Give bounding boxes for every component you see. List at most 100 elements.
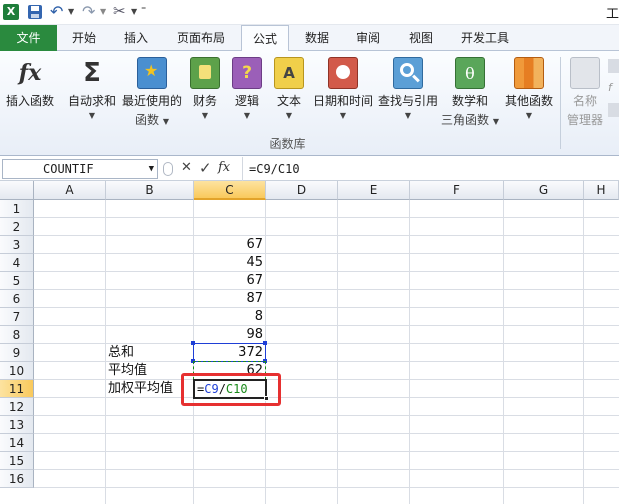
lookup-reference-button[interactable]: 查找与引用 ▼: [376, 51, 440, 131]
reference-box-C9: [193, 343, 266, 362]
chevron-down-icon: ▼: [339, 111, 347, 120]
row-header-6[interactable]: 6: [0, 290, 34, 308]
autosum-button[interactable]: Σ 自动求和 ▼: [64, 51, 120, 131]
cell-B9[interactable]: 总和: [108, 344, 134, 362]
ribbon-tab-bar: 文件 开始 插入 页面布局 公式 数据 审阅 视图 开发工具: [0, 25, 619, 52]
save-icon[interactable]: [28, 5, 42, 19]
name-manager-button[interactable]: 名称 管理器: [562, 51, 608, 131]
formula-bar: COUNTIF ▼ ✕ ✓ fx =C9/C10: [0, 157, 619, 181]
formula-bar-splitter[interactable]: [163, 162, 173, 176]
tab-page-layout[interactable]: 页面布局: [167, 25, 235, 51]
row-header-7[interactable]: 7: [0, 308, 34, 326]
name-manager-icon: [570, 57, 600, 89]
cell-C8[interactable]: 98: [194, 326, 266, 344]
row-header-8[interactable]: 8: [0, 326, 34, 344]
row-header-14[interactable]: 14: [0, 434, 34, 452]
redo-dropdown-icon[interactable]: ▼: [100, 7, 106, 16]
logic-book-icon: ?: [232, 57, 262, 89]
tab-home[interactable]: 开始: [61, 25, 107, 51]
more-functions-button[interactable]: 其他函数 ▼: [500, 51, 558, 131]
column-header-F[interactable]: F: [410, 181, 504, 200]
row-header-4[interactable]: 4: [0, 254, 34, 272]
text-button[interactable]: A 文本 ▼: [270, 51, 308, 131]
gridline: [583, 200, 584, 504]
cell-C5[interactable]: 67: [194, 272, 266, 290]
tab-file[interactable]: 文件: [0, 25, 57, 51]
gridline: [34, 469, 619, 470]
lookup-book-icon: [393, 57, 423, 89]
cell-B11[interactable]: 加权平均值: [108, 380, 173, 398]
math-trig-button[interactable]: θ 数学和 三角函数 ▼: [440, 51, 500, 131]
function-library-group-label: 函数库: [269, 137, 306, 151]
cell-B10[interactable]: 平均值: [108, 362, 147, 380]
column-header-A[interactable]: A: [34, 181, 106, 200]
name-box[interactable]: COUNTIF ▼: [2, 159, 158, 179]
gridline: [105, 200, 106, 504]
insert-function-button[interactable]: fx 插入函数: [2, 51, 58, 131]
tools-dropdown-icon[interactable]: ▼: [131, 7, 137, 16]
row-header-2[interactable]: 2: [0, 218, 34, 236]
create-from-selection-icon[interactable]: [608, 103, 619, 117]
cell-C7[interactable]: 8: [194, 308, 266, 326]
row-header-16[interactable]: 16: [0, 470, 34, 488]
column-header-B[interactable]: B: [106, 181, 194, 200]
reference-handle: [191, 341, 195, 345]
column-header-H[interactable]: H: [584, 181, 619, 200]
cancel-icon[interactable]: ✕: [181, 160, 192, 175]
column-header-G[interactable]: G: [504, 181, 584, 200]
undo-dropdown-icon[interactable]: ▼: [68, 7, 74, 16]
column-header-C[interactable]: C: [194, 181, 266, 200]
title-bar: X ↶ ▼ ↷ ▼ ✂ ▼ ⁼ 工: [0, 0, 619, 25]
use-in-formula-icon[interactable]: f: [608, 81, 612, 94]
tab-formulas[interactable]: 公式: [241, 25, 289, 52]
gridline: [34, 451, 619, 452]
text-book-icon: A: [274, 57, 304, 89]
cell-C3[interactable]: 67: [194, 236, 266, 254]
chevron-down-icon: ▼: [201, 111, 209, 120]
row-header-5[interactable]: 5: [0, 272, 34, 290]
row-header-1[interactable]: 1: [0, 200, 34, 218]
row-header-12[interactable]: 12: [0, 398, 34, 416]
chevron-down-icon: ▼: [404, 111, 412, 120]
cell-C4[interactable]: 45: [194, 254, 266, 272]
reference-handle: [263, 341, 267, 345]
row-header-9[interactable]: 9: [0, 344, 34, 362]
tab-developer[interactable]: 开发工具: [452, 25, 518, 51]
name-box-dropdown-icon[interactable]: ▼: [149, 160, 154, 178]
select-all-corner[interactable]: [0, 181, 34, 200]
row-header-10[interactable]: 10: [0, 362, 34, 380]
redo-icon[interactable]: ↷: [82, 2, 95, 21]
customize-qat-icon[interactable]: ⁼: [141, 5, 146, 16]
datetime-book-icon: [328, 57, 358, 89]
worksheet-grid[interactable]: A B C D E F G H 1 2 3 4 5 6 7 8 9 10 11 …: [0, 181, 619, 504]
gridline: [34, 289, 619, 290]
excel-logo-icon[interactable]: X: [3, 4, 19, 20]
tab-view[interactable]: 视图: [396, 25, 446, 51]
define-name-icon[interactable]: [608, 59, 619, 73]
formula-input[interactable]: =C9/C10: [242, 157, 619, 181]
tools-icon[interactable]: ✂: [113, 2, 126, 20]
insert-function-fx-icon[interactable]: fx: [218, 160, 230, 175]
tab-review[interactable]: 审阅: [345, 25, 391, 51]
column-header-D[interactable]: D: [266, 181, 338, 200]
math-book-icon: θ: [455, 57, 485, 89]
column-header-E[interactable]: E: [338, 181, 410, 200]
financial-button[interactable]: 财务 ▼: [186, 51, 224, 131]
recently-used-button[interactable]: ★ 最近使用的 函数 ▼: [120, 51, 184, 131]
gridline: [34, 415, 619, 416]
cell-C6[interactable]: 87: [194, 290, 266, 308]
enter-icon[interactable]: ✓: [199, 159, 212, 177]
row-header-11[interactable]: 11: [0, 380, 34, 398]
tab-insert[interactable]: 插入: [111, 25, 161, 51]
row-header-15[interactable]: 15: [0, 452, 34, 470]
window-title: 工: [606, 7, 619, 22]
logical-button[interactable]: ? 逻辑 ▼: [228, 51, 266, 131]
chevron-down-icon: ▼: [243, 111, 251, 120]
undo-icon[interactable]: ↶: [50, 2, 63, 21]
date-time-button[interactable]: 日期和时间 ▼: [310, 51, 376, 131]
gridline: [34, 253, 619, 254]
tab-data[interactable]: 数据: [294, 25, 340, 51]
row-header-3[interactable]: 3: [0, 236, 34, 254]
gridline: [34, 235, 619, 236]
row-header-13[interactable]: 13: [0, 416, 34, 434]
